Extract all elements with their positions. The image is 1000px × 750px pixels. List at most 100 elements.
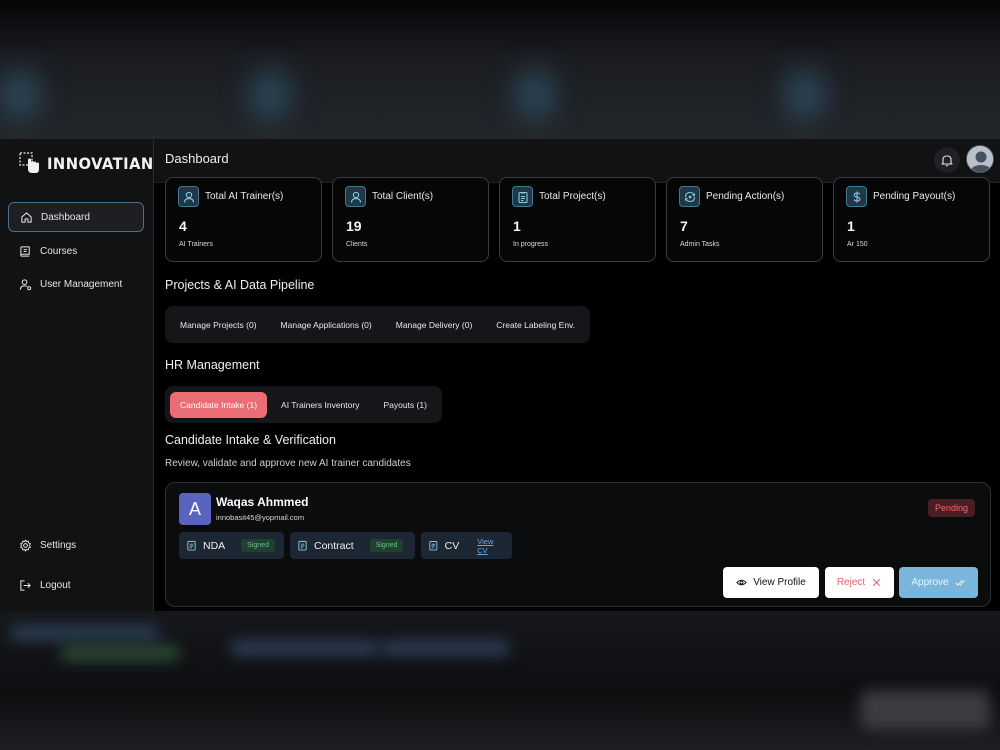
logo-hand-icon (19, 152, 41, 174)
sidebar: INNOVATIANA Dashboard Courses User Manag… (0, 139, 165, 611)
stat-card-clients: Total Client(s) 19 Clients (332, 177, 489, 262)
dollar-icon (846, 186, 867, 207)
stat-value: 1 (847, 218, 855, 234)
tab-create-labeling-env[interactable]: Create Labeling Env. (486, 312, 585, 338)
close-icon (873, 578, 881, 587)
view-cv-link[interactable]: View CV (477, 537, 505, 555)
reject-button[interactable]: Reject (825, 567, 894, 598)
tab-manage-delivery[interactable]: Manage Delivery (0) (386, 312, 483, 338)
main-content: Total AI Trainer(s) 4 AI Trainers Total … (154, 177, 1000, 611)
stat-subtitle: Admin Tasks (680, 241, 720, 248)
user-avatar[interactable] (966, 145, 994, 173)
backdrop-blob (0, 70, 40, 120)
document-cv: CV View CV (421, 532, 512, 559)
courses-icon (20, 245, 30, 257)
document-contract[interactable]: Contract Signed (290, 532, 415, 559)
stat-value: 19 (346, 218, 362, 234)
approve-button[interactable]: Approve (899, 567, 978, 598)
document-nda[interactable]: NDA Signed (179, 532, 284, 559)
stat-subtitle: Clients (346, 241, 368, 248)
stat-title: Pending Action(s) (706, 191, 785, 202)
clipboard-icon (512, 186, 533, 207)
sidebar-item-logout[interactable]: Logout (8, 570, 144, 600)
backdrop-blob (785, 70, 825, 120)
stat-value: 7 (680, 218, 688, 234)
avatar-person-icon (967, 146, 993, 172)
stat-value: 4 (179, 218, 187, 234)
document-name: Contract (314, 539, 354, 552)
logout-icon (20, 579, 31, 591)
view-profile-label: View Profile (753, 577, 806, 588)
brand-logo[interactable]: INNOVATIANA (19, 152, 176, 174)
document-signed-badge: Signed (241, 539, 275, 552)
intake-section-title: Candidate Intake & Verification (165, 433, 336, 447)
user-icon (178, 186, 199, 207)
backdrop-blob (250, 70, 290, 120)
pipeline-section-title: Projects & AI Data Pipeline (165, 278, 315, 292)
candidate-avatar: A (179, 493, 211, 525)
sidebar-item-label: Dashboard (41, 211, 90, 223)
user-management-icon (19, 278, 32, 290)
sidebar-item-label: Courses (40, 245, 78, 257)
eye-icon (736, 579, 747, 586)
stat-subtitle: AI Trainers (179, 241, 213, 248)
stat-value: 1 (513, 218, 521, 234)
sidebar-item-settings[interactable]: Settings (8, 530, 144, 560)
tab-manage-applications[interactable]: Manage Applications (0) (271, 312, 382, 338)
gear-icon (20, 538, 31, 552)
sidebar-item-dashboard[interactable]: Dashboard (8, 202, 144, 232)
backdrop-bar (60, 645, 180, 661)
candidate-card: A Waqas Ahmmed innobasit45@yopmail.com P… (165, 482, 991, 607)
page-title: Dashboard (165, 151, 229, 166)
stat-title: Total Client(s) (372, 191, 434, 202)
stat-subtitle: Ar 150 (847, 241, 868, 248)
backdrop-bar (230, 640, 380, 656)
backdrop-bar (10, 625, 160, 641)
pipeline-tabs: Manage Projects (0) Manage Applications … (165, 306, 591, 343)
tab-candidate-intake[interactable]: Candidate Intake (1) (170, 391, 268, 418)
sidebar-item-courses[interactable]: Courses (8, 236, 144, 266)
cycle-icon (679, 186, 700, 207)
sidebar-item-label: Logout (40, 579, 71, 591)
stat-title: Total Project(s) (539, 191, 606, 202)
backdrop-bar (860, 690, 990, 730)
hr-tabs: Candidate Intake (1) AI Trainers Invento… (165, 386, 442, 423)
stat-title: Pending Payout(s) (873, 191, 956, 202)
backdrop-blob (515, 70, 555, 120)
stat-card-ai-trainers: Total AI Trainer(s) 4 AI Trainers (165, 177, 322, 262)
double-check-icon (955, 579, 965, 586)
document-name: CV (444, 539, 460, 552)
document-name: NDA (203, 539, 226, 552)
sidebar-item-label: User Management (40, 278, 123, 290)
intake-subtitle: Review, validate and approve new AI trai… (165, 458, 411, 469)
hr-section-title: HR Management (165, 358, 260, 372)
backdrop-top (0, 0, 1000, 140)
document-icon (429, 541, 438, 551)
notification-button[interactable] (934, 147, 960, 173)
sidebar-item-label: Settings (40, 539, 77, 551)
reject-label: Reject (836, 577, 866, 588)
stat-subtitle: In progress (513, 241, 549, 248)
stat-card-pending-actions: Pending Action(s) 7 Admin Tasks (666, 177, 823, 262)
tab-manage-projects[interactable]: Manage Projects (0) (170, 312, 267, 338)
tab-payouts[interactable]: Payouts (1) (373, 392, 436, 418)
app-window: INNOVATIANA Dashboard Courses User Manag… (0, 139, 1000, 611)
approve-label: Approve (911, 577, 949, 588)
document-icon (187, 540, 196, 551)
home-icon (21, 211, 32, 223)
document-signed-badge: Signed (369, 539, 404, 552)
bell-icon (941, 155, 953, 167)
tab-ai-trainers-inventory[interactable]: AI Trainers Inventory (271, 392, 369, 418)
candidate-name: Waqas Ahmmed (216, 495, 309, 509)
candidate-email: innobasit45@yopmail.com (216, 513, 305, 522)
status-badge: Pending (928, 499, 976, 517)
document-icon (298, 540, 307, 551)
client-icon (345, 186, 366, 207)
stat-card-pending-payouts: Pending Payout(s) 1 Ar 150 (833, 177, 990, 262)
backdrop-bar (380, 640, 510, 656)
brand-name: INNOVATIANA (47, 153, 166, 173)
sidebar-item-user-management[interactable]: User Management (8, 269, 144, 299)
stat-card-projects: Total Project(s) 1 In progress (499, 177, 656, 262)
stat-title: Total AI Trainer(s) (205, 191, 284, 202)
view-profile-button[interactable]: View Profile (723, 567, 819, 598)
